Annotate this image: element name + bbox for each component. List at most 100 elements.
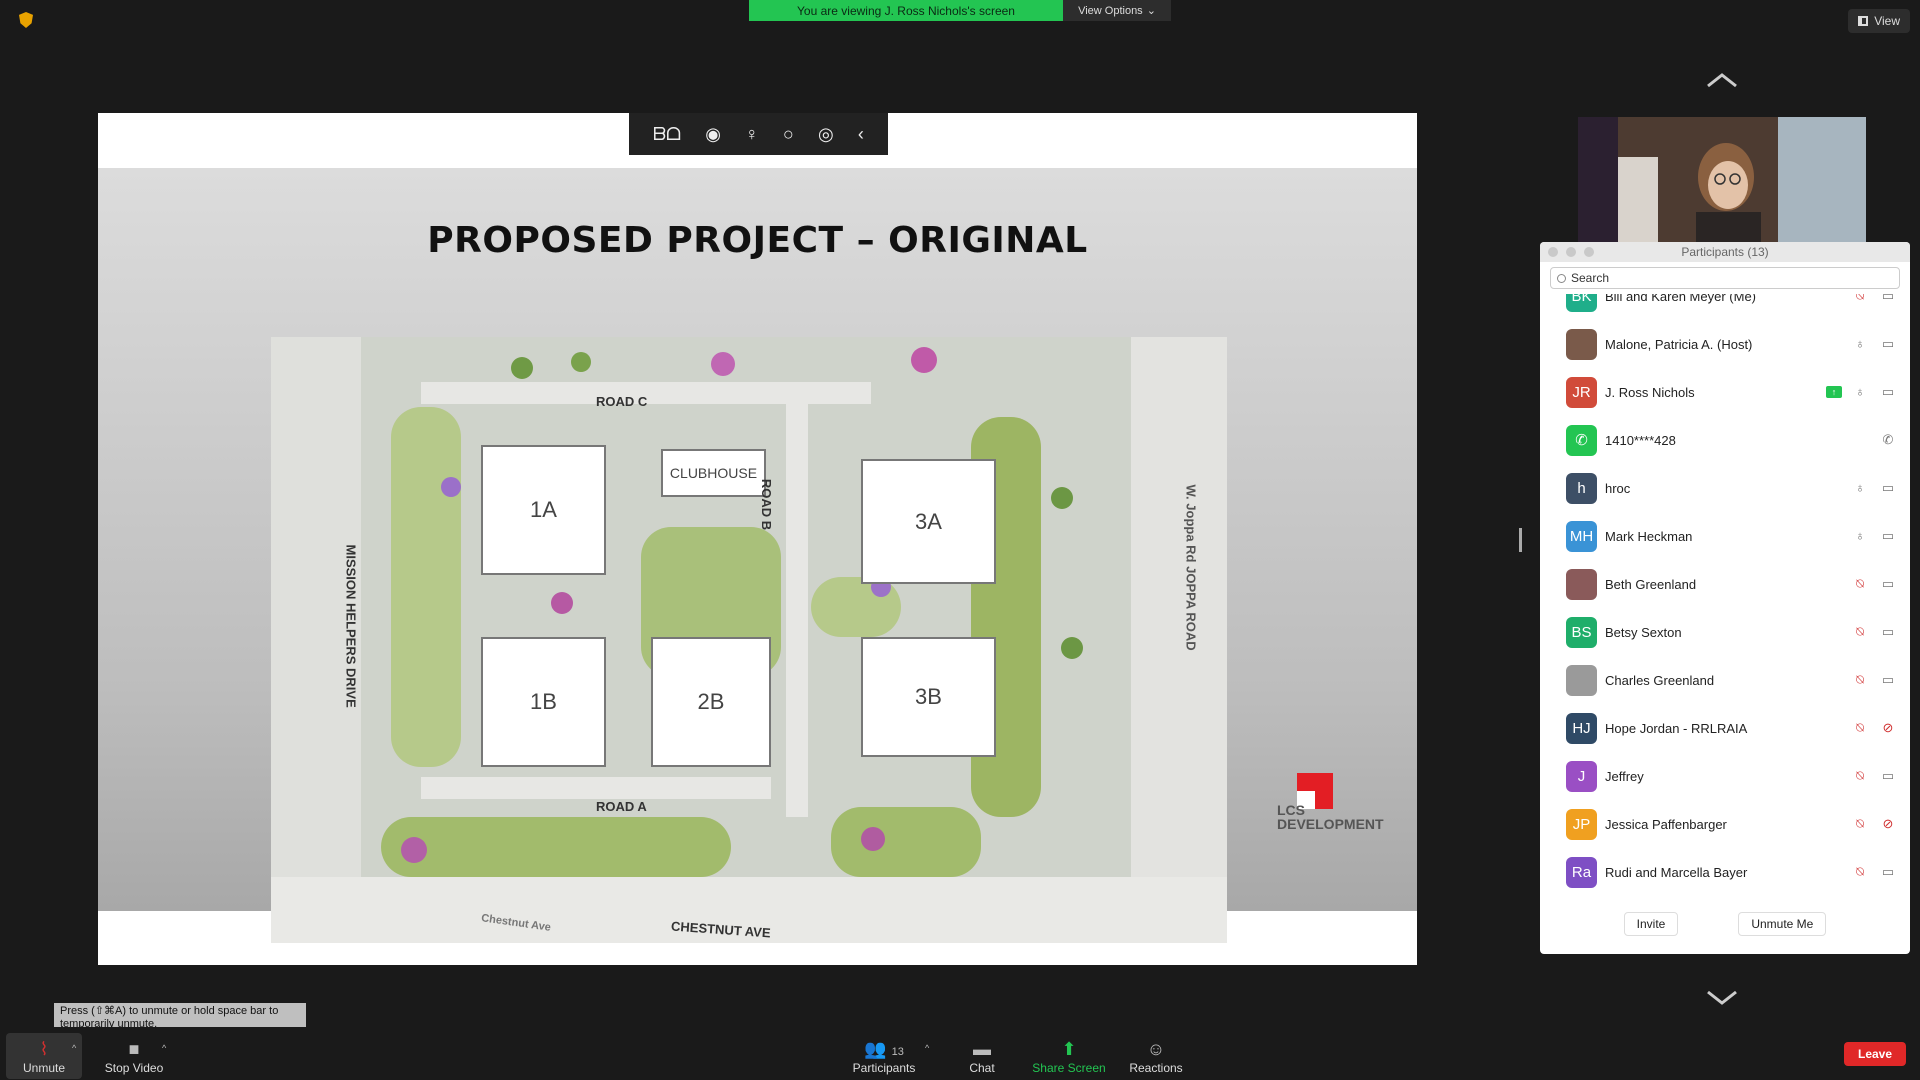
video-camera-icon[interactable]: ▭ <box>1880 672 1896 688</box>
chevron-left-icon[interactable]: ‹ <box>858 124 864 145</box>
stop-video-button[interactable]: ■ Stop Video <box>94 1033 174 1079</box>
maximize-window-icon[interactable] <box>1584 247 1594 257</box>
shared-screen: PROPOSED PROJECT – ORIGINAL 1A 1B 2B 3A … <box>98 113 1417 965</box>
close-window-icon[interactable] <box>1548 247 1558 257</box>
audio-options-caret-icon[interactable]: ^ <box>72 1043 76 1053</box>
chat-button[interactable]: ▬ Chat <box>942 1033 1022 1079</box>
green-area <box>831 807 981 877</box>
leave-button[interactable]: Leave <box>1844 1042 1906 1066</box>
viewing-label: You are viewing J. Ross Nichols's screen <box>749 0 1063 21</box>
participant-name: Betsy Sexton <box>1605 624 1682 640</box>
microphone-muted-icon[interactable]: ⍉ <box>1852 672 1868 688</box>
video-camera-icon[interactable]: ▭ <box>1880 576 1896 592</box>
chevron-up-icon[interactable] <box>1706 72 1738 88</box>
video-options-caret-icon[interactable]: ^ <box>162 1043 166 1053</box>
green-area <box>381 817 731 877</box>
minimize-window-icon[interactable] <box>1566 247 1576 257</box>
participant-list[interactable]: BK Bill and Karen Meyer (Me) ⍉ ▭ Malone, Pat… <box>1540 294 1910 894</box>
unmute-me-button[interactable]: Unmute Me <box>1738 912 1827 936</box>
view-options-label: View Options <box>1078 4 1143 17</box>
road-b <box>786 397 808 817</box>
participant-row[interactable]: JP Jessica Paffenbarger ⍉ ⊘ <box>1540 800 1910 848</box>
microphone-icon[interactable]: ♀ <box>745 124 759 145</box>
microphone-muted-icon[interactable]: ⍉ <box>1852 294 1868 304</box>
avatar <box>1566 664 1597 696</box>
microphone-muted-icon[interactable]: ⍉ <box>1852 768 1868 784</box>
microphone-icon[interactable]: ♁ <box>1852 336 1868 352</box>
unmute-button[interactable]: ⌇ Unmute <box>6 1033 82 1079</box>
bo-logo-icon[interactable]: ᗷᗝ <box>653 124 681 145</box>
participants-caret-icon[interactable]: ^ <box>925 1043 929 1053</box>
microphone-muted-icon[interactable]: ⍉ <box>1852 864 1868 880</box>
video-camera-icon[interactable]: ▭ <box>1880 384 1896 400</box>
video-camera-icon[interactable]: ▭ <box>1880 624 1896 640</box>
video-tile[interactable] <box>1578 117 1866 242</box>
road-a <box>421 777 771 799</box>
view-options-button[interactable]: View Options ⌄ <box>1063 0 1171 21</box>
participant-name: Beth Greenland <box>1605 576 1697 592</box>
podcast-icon[interactable]: ◎ <box>818 124 834 145</box>
participant-row[interactable]: Beth Greenland ⍉ ▭ <box>1540 560 1910 608</box>
lcs-logo-line2: DEVELOPMENT <box>1277 816 1384 832</box>
invite-button[interactable]: Invite <box>1623 912 1679 936</box>
reactions-label: Reactions <box>1129 1061 1183 1075</box>
participant-row[interactable]: Malone, Patricia A. (Host) ♁ ▭ <box>1540 320 1910 368</box>
panel-footer: Invite Unmute Me <box>1540 894 1910 954</box>
phone-icon[interactable]: ✆ <box>1880 432 1896 448</box>
grid-icon <box>1858 16 1869 26</box>
chevron-down-icon: ⌄ <box>1146 5 1156 17</box>
smiley-icon: ☺ <box>1146 1039 1166 1059</box>
video-camera-icon[interactable]: ▭ <box>1880 864 1896 880</box>
avatar: h <box>1566 472 1597 504</box>
view-button[interactable]: View <box>1848 9 1910 33</box>
avatar: MH <box>1566 520 1597 552</box>
circle-icon[interactable]: ○ <box>783 124 794 145</box>
video-off-icon[interactable]: ⊘ <box>1880 720 1896 736</box>
search-input[interactable]: Search <box>1550 267 1900 289</box>
share-screen-button[interactable]: ⬆ Share Screen <box>1028 1033 1110 1079</box>
chat-label: Chat <box>969 1061 995 1075</box>
participant-name: Jeffrey <box>1605 768 1644 784</box>
shield-icon[interactable] <box>19 12 33 28</box>
participant-row[interactable]: HJ Hope Jordan - RRLRAIA ⍉ ⊘ <box>1540 704 1910 752</box>
video-camera-icon[interactable]: ▭ <box>1880 294 1896 304</box>
participant-row[interactable]: BK Bill and Karen Meyer (Me) ⍉ ▭ <box>1540 294 1910 320</box>
screen-sharing-icon: ↑ <box>1826 386 1842 398</box>
microphone-icon[interactable]: ♁ <box>1852 480 1868 496</box>
microphone-muted-icon[interactable]: ⍉ <box>1852 624 1868 640</box>
participant-row[interactable]: Ra Rudi and Marcella Bayer ⍉ ▭ <box>1540 848 1910 894</box>
participant-row[interactable]: JR J. Ross Nichols ↑ ♁ ▭ <box>1540 368 1910 416</box>
microphone-muted-icon[interactable]: ⍉ <box>1852 720 1868 736</box>
participant-row[interactable]: h hroc ♁ ▭ <box>1540 464 1910 512</box>
road-b-label: ROAD B <box>759 478 775 531</box>
chevron-down-icon[interactable] <box>1706 990 1738 1006</box>
joppa-road <box>1131 337 1227 943</box>
participant-row[interactable]: J Jeffrey ⍉ ▭ <box>1540 752 1910 800</box>
phone-avatar-icon: ✆ <box>1566 424 1597 456</box>
control-bar: ⌇ Unmute ^ ■ Stop Video ^ 👥 13 Participa… <box>0 1027 1920 1080</box>
video-camera-icon[interactable]: ▭ <box>1880 336 1896 352</box>
reactions-button[interactable]: ☺ Reactions <box>1116 1033 1196 1079</box>
participant-row[interactable]: MH Mark Heckman ♁ ▭ <box>1540 512 1910 560</box>
participant-name: Charles Greenland <box>1605 672 1715 688</box>
video-camera-icon: ■ <box>128 1039 140 1059</box>
video-camera-icon[interactable]: ▭ <box>1880 528 1896 544</box>
participant-row[interactable]: Charles Greenland ⍉ ▭ <box>1540 656 1910 704</box>
microphone-icon[interactable]: ♁ <box>1852 528 1868 544</box>
participant-name: Malone, Patricia A. (Host) <box>1605 336 1753 352</box>
participant-row[interactable]: BS Betsy Sexton ⍉ ▭ <box>1540 608 1910 656</box>
video-off-icon[interactable]: ⊘ <box>1880 816 1896 832</box>
participants-button[interactable]: 👥 13 Participants <box>844 1033 924 1079</box>
microphone-muted-icon[interactable]: ⍉ <box>1852 576 1868 592</box>
record-icon[interactable]: ◉ <box>705 124 721 145</box>
video-camera-icon[interactable]: ▭ <box>1880 480 1896 496</box>
microphone-icon[interactable]: ♁ <box>1852 384 1868 400</box>
slide: PROPOSED PROJECT – ORIGINAL 1A 1B 2B 3A … <box>98 168 1417 943</box>
avatar: BK <box>1566 294 1597 312</box>
panel-splitter[interactable] <box>1519 528 1522 552</box>
video-camera-icon[interactable]: ▭ <box>1880 768 1896 784</box>
panel-header: Participants (13) <box>1540 242 1910 262</box>
participant-row[interactable]: ✆ 1410****428 ✆ <box>1540 416 1910 464</box>
participant-name: Hope Jordan - RRLRAIA <box>1605 720 1748 736</box>
microphone-muted-icon[interactable]: ⍉ <box>1852 816 1868 832</box>
